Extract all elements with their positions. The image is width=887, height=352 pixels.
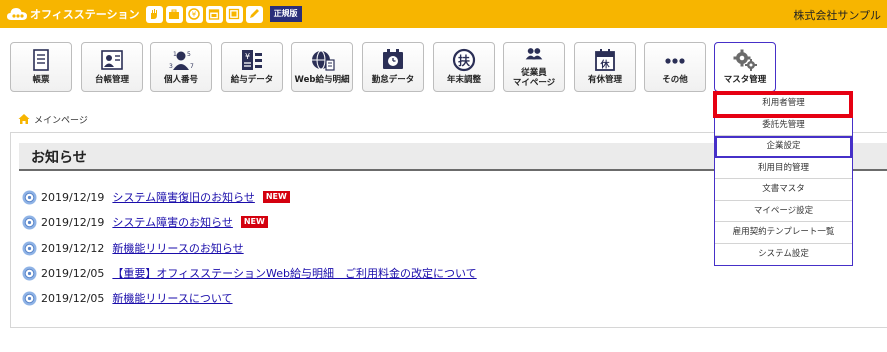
notice-item: 2019/12/12 新機能リリースのお知らせ xyxy=(22,239,822,257)
menu-tile-reports[interactable]: 帳票 xyxy=(10,42,72,92)
dropdown-item-user-management[interactable]: 利用者管理 xyxy=(715,93,852,115)
calendar-icon xyxy=(205,5,223,23)
briefcase-icon xyxy=(165,5,183,23)
notice-link[interactable]: システム障害のお知らせ xyxy=(112,214,232,230)
notice-item: 2019/12/05 【重要】オフィスステーションWeb給与明細 ご利用料金の改… xyxy=(22,264,822,282)
svg-text:¥: ¥ xyxy=(245,52,250,61)
notice-date: 2019/12/19 xyxy=(41,215,105,229)
flower-bullet-icon xyxy=(22,241,37,255)
svg-text:扶: 扶 xyxy=(458,53,471,68)
top-bar: オフィスステーション ¥ 正規版 株式会社サンプル xyxy=(0,0,887,28)
menu-tile-label: 従業員 マイページ xyxy=(512,68,556,88)
menu-tile-employee-mypage[interactable]: 従業員 マイページ xyxy=(503,42,565,92)
notice-title: お知らせ xyxy=(31,150,87,166)
menu-tile-other[interactable]: その他 xyxy=(644,42,706,92)
menu-tile-ledger[interactable]: 台帳管理 xyxy=(81,42,143,92)
flower-bullet-icon xyxy=(22,190,37,204)
notice-date: 2019/12/12 xyxy=(41,241,105,255)
dropdown-item-purpose-management[interactable]: 利用目的管理 xyxy=(715,158,852,179)
breadcrumb-main-page[interactable]: メインページ xyxy=(34,113,88,126)
dropdown-item-company-settings[interactable]: 企業設定 xyxy=(715,136,852,158)
menu-tile-label: 個人番号 xyxy=(163,75,198,85)
notice-link[interactable]: 新機能リリースについて xyxy=(112,290,232,306)
dropdown-item-system-settings[interactable]: システム設定 xyxy=(715,244,852,266)
notice-link[interactable]: システム障害復旧のお知らせ xyxy=(112,189,254,205)
menu-tile-year-end-adjustment[interactable]: 扶 年末調整 xyxy=(433,42,495,92)
notice-date: 2019/12/19 xyxy=(41,190,105,204)
paid-leave-icon: 休 xyxy=(595,49,615,71)
notice-date: 2019/12/05 xyxy=(41,291,105,305)
cloud-logo-icon xyxy=(6,6,28,22)
ledger-icon xyxy=(101,50,123,70)
payroll-data-icon: ¥ xyxy=(242,50,262,70)
hand-icon xyxy=(145,5,163,23)
dropdown-item-contract-templates[interactable]: 雇用契約テンプレート一覧 xyxy=(715,222,852,244)
dropdown-item-contractor-management[interactable]: 委託先管理 xyxy=(715,115,852,136)
flower-bullet-icon xyxy=(22,291,37,305)
document-icon xyxy=(33,49,49,71)
employee-icon xyxy=(525,48,543,60)
new-badge: NEW xyxy=(262,191,290,203)
menu-tile-label: 年末調整 xyxy=(446,75,481,85)
flower-bullet-icon xyxy=(22,215,37,229)
menu-tile-paid-leave[interactable]: 休 有休管理 xyxy=(574,42,636,92)
web-payslip-icon xyxy=(312,50,335,71)
more-icon xyxy=(665,58,685,64)
svg-text:7: 7 xyxy=(190,63,194,70)
notice-item: 2019/12/19 システム障害のお知らせ NEW xyxy=(22,213,822,231)
menu-tile-payroll-data[interactable]: ¥ 給与データ xyxy=(221,42,283,92)
notice-item: 2019/12/19 システム障害復旧のお知らせ NEW xyxy=(22,188,822,206)
menu-tile-label: Web給与明細 xyxy=(294,75,350,85)
menu-tile-label: マスタ管理 xyxy=(723,75,767,85)
my-number-icon: 1 5 3 7 xyxy=(169,51,194,70)
brand-name: オフィスステーション xyxy=(30,8,140,21)
menu-tile-my-number[interactable]: 1 5 3 7 個人番号 xyxy=(150,42,212,92)
notice-link[interactable]: 【重要】オフィスステーションWeb給与明細 ご利用料金の改定について xyxy=(112,265,476,281)
year-end-adjustment-icon: 扶 xyxy=(452,48,476,72)
svg-text:休: 休 xyxy=(599,59,610,71)
company-name: 株式会社サンプル xyxy=(793,9,881,22)
menu-tile-label: 給与データ xyxy=(230,75,274,85)
gear-icon xyxy=(733,49,757,71)
brand[interactable]: オフィスステーション ¥ 正規版 xyxy=(6,4,302,24)
menu-tile-label: その他 xyxy=(662,75,688,85)
menu-tile-label: 有休管理 xyxy=(587,75,622,85)
menu-tile-label: 台帳管理 xyxy=(94,75,129,85)
svg-text:5: 5 xyxy=(187,51,191,58)
menu-tile-attendance[interactable]: 勤怠データ xyxy=(362,42,424,92)
menu-tile-master-management[interactable]: マスタ管理 xyxy=(714,42,776,92)
new-badge: NEW xyxy=(240,216,268,228)
flower-bullet-icon xyxy=(22,266,37,280)
dropdown-item-mypage-settings[interactable]: マイページ設定 xyxy=(715,201,852,222)
attendance-icon xyxy=(383,49,403,69)
notice-link[interactable]: 新機能リリースのお知らせ xyxy=(112,240,243,256)
dropdown-item-document-master[interactable]: 文書マスタ xyxy=(715,179,852,201)
menu-tile-label: 帳票 xyxy=(32,75,50,85)
menu-tile-label: 勤怠データ xyxy=(371,75,415,85)
yen-coin-icon: ¥ xyxy=(185,5,203,23)
pen-icon xyxy=(245,5,263,23)
edition-badge: 正規版 xyxy=(269,6,302,22)
svg-text:¥: ¥ xyxy=(192,11,197,19)
master-management-dropdown: 利用者管理 委託先管理 企業設定 利用目的管理 文書マスタ マイページ設定 雇用… xyxy=(714,92,853,266)
svg-text:1: 1 xyxy=(173,51,177,58)
home-icon xyxy=(18,114,30,124)
notice-item: 2019/12/05 新機能リリースについて xyxy=(22,289,822,307)
notice-date: 2019/12/05 xyxy=(41,266,105,280)
svg-text:3: 3 xyxy=(169,63,173,70)
monitor-icon xyxy=(225,5,243,23)
menu-tile-web-payslip[interactable]: Web給与明細 xyxy=(291,42,353,92)
breadcrumb: メインページ xyxy=(18,112,88,126)
